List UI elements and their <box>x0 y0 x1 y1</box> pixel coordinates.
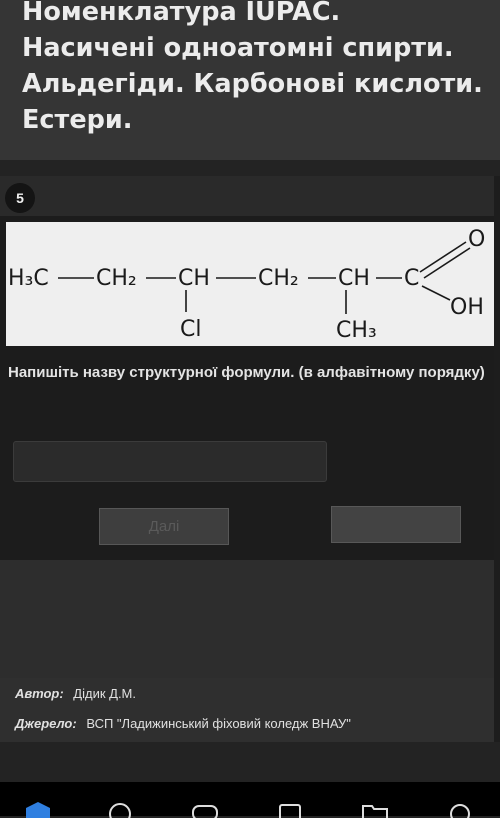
author-row: Автор: Дідик Д.М. <box>15 686 136 701</box>
formula-o: O <box>468 227 485 252</box>
bottom-nav-bar <box>0 782 500 818</box>
page-header: Номенклатура IUPAC. Насичені одноатомні … <box>0 0 500 160</box>
scroll-track <box>494 176 500 782</box>
title-line-2: Насичені одноатомні спирти. <box>22 33 454 63</box>
spacer-area <box>0 560 494 678</box>
question-prompt: Напишіть назву структурної формули. (в а… <box>8 364 485 381</box>
secondary-button[interactable] <box>331 506 461 543</box>
source-row: Джерело: ВСП "Ладижинський фіховий колед… <box>15 716 351 731</box>
formula-ch-b: CH <box>338 266 370 291</box>
meta-panel: Автор: Дідик Д.М. Джерело: ВСП "Ладижинс… <box>0 678 494 742</box>
author-value: Дідик Д.М. <box>73 686 136 701</box>
formula-cl: Cl <box>180 317 201 342</box>
next-button[interactable]: Далі <box>99 508 229 545</box>
formula-oh: OH <box>450 295 484 320</box>
double-bond-line-1 <box>419 241 467 273</box>
structural-formula-svg: H₃C CH₂ CH Cl CH₂ CH CH₃ C O OH <box>8 227 485 343</box>
title-line-4: Естери. <box>22 105 133 135</box>
formula-ch2-b: CH₂ <box>258 266 299 291</box>
formula-ch3: CH₃ <box>336 318 377 343</box>
source-label: Джерело: <box>15 716 77 731</box>
question-number-badge: 5 <box>5 183 35 213</box>
title-line-1: Номенклатура IUPAC. <box>22 0 341 27</box>
title-line-3: Альдегіди. Карбонові кислоти. <box>22 69 483 99</box>
formula-ch-a: CH <box>178 266 210 291</box>
bottom-spacer <box>0 742 500 782</box>
page-title: Номенклатура IUPAC. Насичені одноатомні … <box>22 0 492 138</box>
bond-line <box>421 285 451 301</box>
double-bond-line-2 <box>423 247 471 279</box>
source-value: ВСП "Ладижинський фіховий коледж ВНАУ" <box>86 716 351 731</box>
formula-ch2-a: CH₂ <box>96 266 137 291</box>
answer-input[interactable] <box>13 441 327 482</box>
author-label: Автор: <box>15 686 64 701</box>
formula-c: C <box>404 266 419 291</box>
structural-formula-image: H₃C CH₂ CH Cl CH₂ CH CH₃ C O OH <box>6 222 494 346</box>
formula-h3c: H₃C <box>8 266 49 291</box>
question-header-bar <box>0 176 494 216</box>
